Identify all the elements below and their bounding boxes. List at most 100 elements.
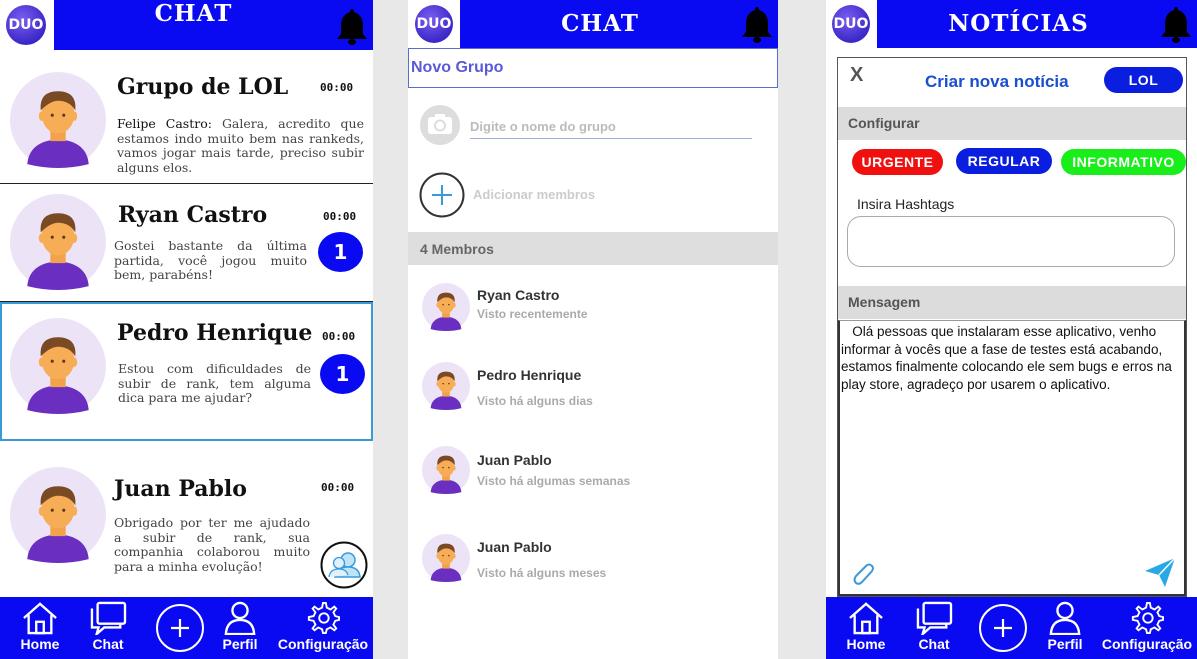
chat-icon <box>89 601 127 635</box>
configure-bar: Configurar <box>838 107 1186 140</box>
bell-icon[interactable] <box>740 4 774 44</box>
nav-home[interactable]: Home <box>18 597 62 659</box>
member-status: Visto recentemente <box>477 307 588 321</box>
user-icon <box>223 601 257 635</box>
urgent-tag[interactable]: URGENTE <box>852 149 943 175</box>
member-name: Juan Pablo <box>477 452 552 468</box>
message-area[interactable]: Olá pessoas que instalaram esse aplicati… <box>838 320 1186 596</box>
duo-logo[interactable]: DUO <box>415 5 453 43</box>
chat-time: 00:00 <box>323 210 357 223</box>
logo-box: DUO <box>0 0 54 50</box>
add-members-label[interactable]: Adicionar membros <box>473 187 595 202</box>
home-icon <box>847 601 885 635</box>
nav-settings[interactable]: Configuração <box>1099 597 1195 659</box>
member-status: Visto há alguns meses <box>477 566 607 580</box>
chat-name: Juan Pablo <box>114 476 247 502</box>
avatar <box>10 194 106 290</box>
chat-message: Felipe Castro: Galera, acredito que esta… <box>117 116 364 175</box>
avatar <box>10 467 106 563</box>
unread-badge: 1 <box>318 232 363 272</box>
chat-time: 00:00 <box>321 481 355 494</box>
chat-item-grupo-lol[interactable]: Grupo de LOL 00:00 Felipe Castro: Galera… <box>0 50 373 184</box>
create-news-card: X Criar nova notícia LOL Configurar URGE… <box>837 57 1187 597</box>
avatar <box>10 72 106 168</box>
member-status: Visto há alguns dias <box>477 394 593 408</box>
nav-profile-label: Perfil <box>222 636 258 652</box>
new-group-icon[interactable] <box>320 541 368 589</box>
nav-profile[interactable]: Perfil <box>220 597 260 659</box>
user-icon <box>1048 601 1082 635</box>
members-count: 4 Membros <box>420 241 494 257</box>
add-button[interactable] <box>979 604 1027 652</box>
chat-name: Pedro Henrique <box>117 320 313 346</box>
duo-logo[interactable]: DUO <box>832 5 870 43</box>
add-member-icon[interactable] <box>419 172 465 218</box>
new-group-screen: DUO CHAT Novo Grupo Digite o nome do gru… <box>408 0 778 659</box>
page-title: CHAT <box>154 0 233 27</box>
bell-icon[interactable] <box>335 6 369 46</box>
page-title: NOTÍCIAS <box>948 10 1089 37</box>
nav-profile-label: Perfil <box>1047 636 1083 652</box>
chat-item-ryan-castro[interactable]: Ryan Castro 00:00 Gostei bastante da últ… <box>0 184 373 302</box>
informative-tag[interactable]: INFORMATIVO <box>1061 149 1186 175</box>
hashtags-label: Insira Hashtags <box>857 196 955 212</box>
app-header: DUO NOTÍCIAS <box>826 0 1197 48</box>
nav-chat[interactable]: Chat <box>86 597 130 659</box>
logo-box: DUO <box>408 0 460 48</box>
close-icon[interactable]: X <box>850 64 863 87</box>
gear-icon <box>1130 601 1164 635</box>
paperclip-icon[interactable] <box>847 558 877 588</box>
member-status: Visto há algumas semanas <box>477 474 631 488</box>
group-name-input[interactable]: Digite o nome do grupo <box>470 119 752 139</box>
bottom-nav: Home Chat Perfil Configuração <box>0 597 373 659</box>
nav-chat[interactable]: Chat <box>912 597 956 659</box>
chat-item-juan-pablo[interactable]: Juan Pablo 00:00 Obrigado por ter me aju… <box>0 441 373 597</box>
nav-home-label: Home <box>20 636 60 652</box>
plus-icon <box>994 619 1012 637</box>
avatar <box>422 362 470 410</box>
chat-list-screen: DUO CHAT Grupo de LOL 00:00 Felipe Castr… <box>0 0 373 659</box>
logo-box: DUO <box>826 0 877 48</box>
app-header: DUO CHAT <box>0 0 373 50</box>
message-sender: Felipe Castro: <box>117 116 212 131</box>
nav-settings[interactable]: Configuração <box>276 597 370 659</box>
nav-settings-label: Configuração <box>277 636 369 652</box>
bottom-nav: Home Chat Perfil Configuração <box>826 597 1197 659</box>
send-icon[interactable] <box>1143 555 1177 589</box>
member-name: Juan Pablo <box>477 539 552 555</box>
bell-icon[interactable] <box>1159 4 1193 44</box>
nav-chat-label: Chat <box>92 636 124 652</box>
message-label: Mensagem <box>848 294 921 310</box>
gear-icon <box>306 601 340 635</box>
chat-time: 00:00 <box>322 330 356 343</box>
add-button[interactable] <box>156 604 204 652</box>
avatar <box>422 534 470 582</box>
new-group-title: Novo Grupo <box>411 59 504 76</box>
nav-profile[interactable]: Perfil <box>1045 597 1085 659</box>
chat-name: Grupo de LOL <box>117 74 289 100</box>
home-icon <box>21 601 59 635</box>
message-bar: Mensagem <box>838 286 1186 319</box>
configure-label: Configurar <box>848 115 920 131</box>
chat-item-pedro-henrique[interactable]: Pedro Henrique 00:00 Estou com dificulda… <box>0 302 373 441</box>
page-title: CHAT <box>561 10 639 37</box>
group-tag[interactable]: LOL <box>1104 67 1183 93</box>
nav-home[interactable]: Home <box>844 597 888 659</box>
message-text: Olá pessoas que instalaram esse aplicati… <box>841 324 1176 392</box>
plus-icon <box>171 619 189 637</box>
member-name: Ryan Castro <box>477 287 560 303</box>
chat-message: Gostei bastante da última partida, você … <box>114 238 307 282</box>
members-header: 4 Membros <box>408 232 778 265</box>
unread-badge: 1 <box>320 354 365 394</box>
duo-logo[interactable]: DUO <box>6 5 46 45</box>
chat-icon <box>915 601 953 635</box>
nav-home-label: Home <box>846 636 886 652</box>
regular-tag[interactable]: REGULAR <box>956 148 1052 174</box>
chat-time: 00:00 <box>320 81 354 94</box>
news-screen: DUO NOTÍCIAS X Criar nova notícia LOL Co… <box>826 0 1197 659</box>
member-name: Pedro Henrique <box>477 367 582 383</box>
create-news-title: Criar nova notícia <box>925 72 1069 91</box>
hashtags-input[interactable] <box>847 216 1175 267</box>
camera-icon[interactable] <box>419 104 461 146</box>
nav-settings-label: Configuração <box>1101 636 1193 652</box>
